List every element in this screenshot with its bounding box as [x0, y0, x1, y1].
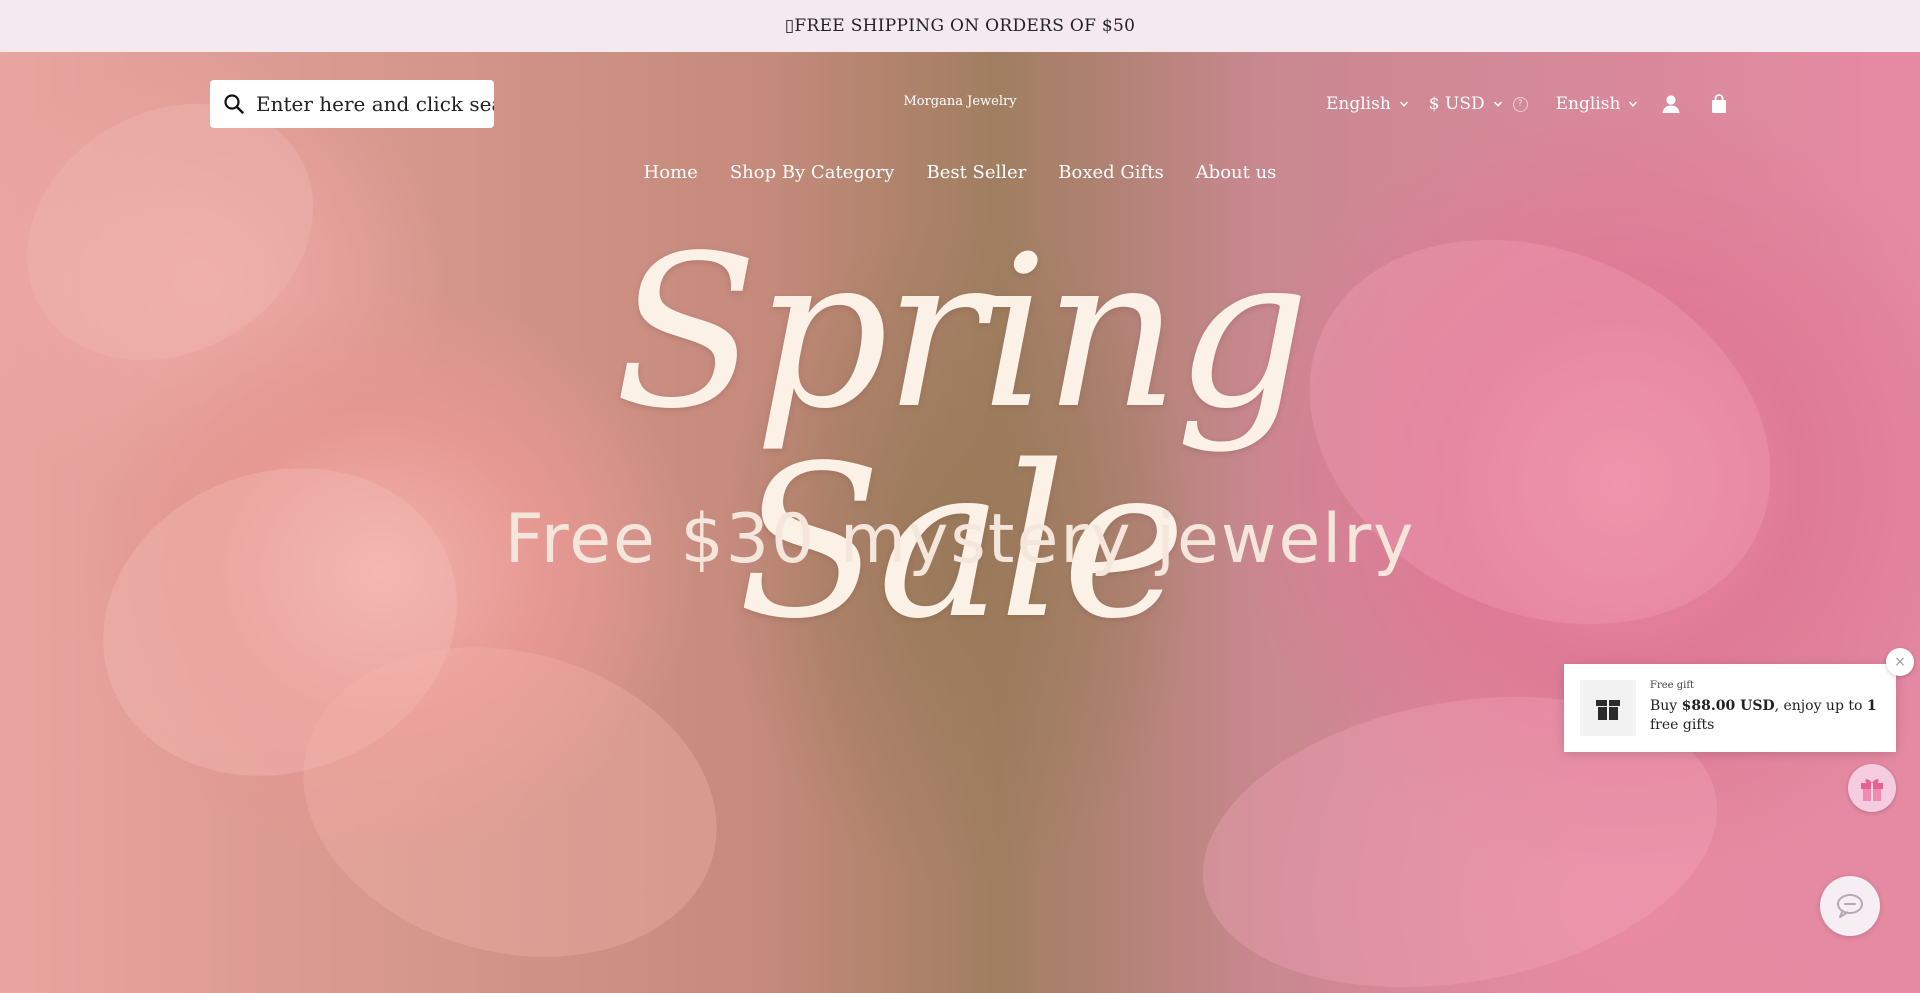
hero-subheadline: Free $30 mystery jewelry — [504, 500, 1416, 579]
header-utilities: English $ USD ? English — [1326, 86, 1730, 122]
search-box[interactable] — [210, 80, 494, 128]
gift-launcher-button[interactable] — [1848, 764, 1896, 812]
account-icon[interactable] — [1660, 93, 1682, 115]
free-gift-message: Buy $88.00 USD, enjoy up to 1 free gifts — [1650, 698, 1877, 733]
nav-item-about-us[interactable]: About us — [1196, 162, 1277, 183]
language-selector[interactable]: English — [1326, 94, 1409, 114]
main-navigation: Home Shop By Category Best Seller Boxed … — [0, 162, 1920, 183]
free-gift-label: Free gift — [1650, 680, 1695, 691]
nav-item-boxed-gifts[interactable]: Boxed Gifts — [1058, 162, 1163, 183]
announcement-text: ▯FREE SHIPPING ON ORDERS OF $50 — [784, 16, 1136, 36]
chat-launcher-button[interactable] — [1820, 876, 1880, 936]
currency-selector[interactable]: $ USD ? — [1429, 94, 1528, 114]
nav-item-home[interactable]: Home — [644, 162, 698, 183]
cart-icon[interactable] — [1708, 93, 1730, 115]
site-header: Morgana Jewelry English $ USD ? English — [0, 52, 1920, 202]
gift-icon — [1861, 779, 1883, 801]
free-gift-popup[interactable]: Free gift Buy $88.00 USD, enjoy up to 1 … — [1564, 664, 1896, 752]
chevron-down-icon — [1493, 101, 1502, 107]
search-input[interactable] — [256, 92, 494, 116]
site-logo[interactable]: Morgana Jewelry — [860, 94, 1060, 109]
search-icon[interactable] — [222, 92, 246, 116]
gift-box-icon — [1596, 700, 1620, 720]
chat-bubble-icon — [1837, 894, 1863, 918]
currency-selector-label: $ USD — [1428, 94, 1485, 114]
chevron-down-icon — [1399, 101, 1408, 107]
nav-item-best-seller[interactable]: Best Seller — [926, 162, 1026, 183]
language-selector-secondary[interactable]: English — [1556, 94, 1639, 114]
chevron-down-icon — [1629, 101, 1638, 107]
nav-item-shop-by-category[interactable]: Shop By Category — [730, 162, 895, 183]
language-selector-secondary-label: English — [1555, 94, 1621, 114]
close-icon[interactable]: × — [1886, 648, 1914, 676]
language-selector-label: English — [1326, 94, 1391, 114]
announcement-bar: ▯FREE SHIPPING ON ORDERS OF $50 — [0, 0, 1920, 52]
help-icon[interactable]: ? — [1512, 96, 1528, 112]
hero-headline: Spring Sale — [614, 210, 1310, 665]
gift-box-thumbnail — [1580, 680, 1636, 736]
